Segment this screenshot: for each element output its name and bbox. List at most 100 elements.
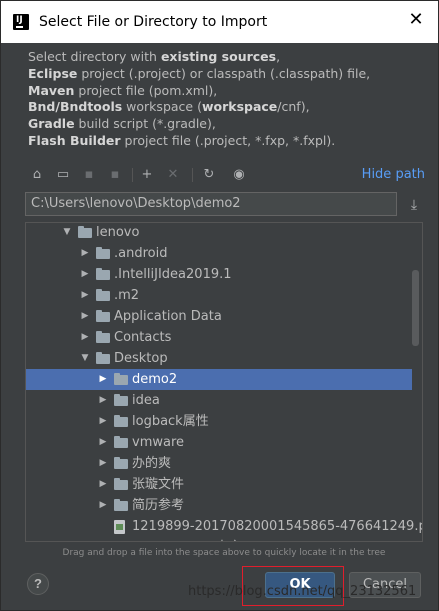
description-text: Eclipse — [28, 65, 78, 81]
file-chooser-toolbar: Hide path ⌂ ▭ ▪ ▪ + ✕ ↻ ◉ — [28, 164, 428, 186]
intellij-logo-icon: IJ — [13, 14, 29, 30]
tree-row[interactable]: ▶ 张璇文件 — [26, 474, 412, 495]
hide-path-link[interactable]: Hide path — [362, 167, 425, 182]
tree-row-label: demo2 — [132, 372, 178, 387]
toolbar-separator — [132, 168, 133, 182]
expand-arrow-icon[interactable]: ▶ — [98, 432, 108, 453]
collapse-arrow-icon[interactable]: ▼ — [62, 223, 72, 243]
description-line: Eclipse project (.project) or classpath … — [28, 66, 428, 83]
tree-row[interactable]: ▶ vmware — [26, 432, 412, 453]
tree-row[interactable]: logback-help中文.doc — [26, 537, 412, 542]
watermark: https://blog.csdn.net/qq_23132561 — [188, 584, 417, 599]
toolbar-separator — [192, 168, 193, 182]
tree-row-label: logback属性 — [132, 414, 209, 429]
description-text: project file (.project, *.fxp, *.fxpl). — [120, 132, 336, 148]
folder-icon — [96, 352, 110, 364]
tree-row-label: Desktop — [114, 351, 168, 366]
tree-row[interactable]: ▶ idea — [26, 390, 412, 411]
logo-text: IJ — [16, 15, 23, 25]
show-hidden-icon[interactable]: ◉ — [230, 166, 248, 184]
path-input[interactable]: C:\Users\lenovo\Desktop\demo2 — [25, 192, 397, 216]
help-button[interactable]: ? — [27, 573, 49, 595]
expand-arrow-icon[interactable]: ▶ — [98, 453, 108, 474]
import-dialog: IJ Select File or Directory to Import ✕ … — [0, 0, 439, 611]
expand-arrow-icon[interactable]: ▶ — [98, 495, 108, 516]
folder-icon — [96, 247, 110, 259]
new-folder-icon[interactable]: + — [138, 166, 156, 184]
description-text: /cnf), — [277, 99, 310, 115]
description-line: Gradle build script (*.gradle), — [28, 116, 428, 133]
tree-row-label: .android — [114, 246, 168, 261]
description-text: Bnd/Bndtools — [28, 99, 123, 115]
tree-row-label: 简历参考 — [132, 498, 185, 513]
tree-row[interactable]: ▶ logback属性 — [26, 411, 412, 432]
import-description: Select directory with existing sources, E… — [28, 49, 428, 150]
tree-row[interactable]: ▶ demo2 — [26, 369, 412, 390]
module-icon[interactable]: ▪ — [106, 166, 124, 184]
tree-row-label: idea — [132, 393, 160, 408]
tree-row-label: vmware — [132, 435, 185, 450]
file-tree[interactable]: ▼ lenovo ▶ .android ▶ .IntelliJIdea2019.1 ▶ .m2… — [25, 222, 423, 542]
close-icon[interactable]: ✕ — [406, 10, 426, 30]
dialog-title: Select File or Directory to Import — [39, 14, 268, 30]
description-text: Select directory with — [28, 49, 161, 64]
tree-row-label: lenovo — [96, 225, 140, 240]
tree-row[interactable]: ▼ Desktop — [26, 348, 412, 369]
folder-icon — [96, 268, 110, 280]
tree-row-label: 1219899-20170820001545865-476641249.png — [132, 519, 423, 534]
tree-row[interactable]: ▶ .android — [26, 243, 412, 264]
description-text: project (.project) or classpath (.classp… — [77, 65, 371, 81]
description-line: Select directory with existing sources, — [28, 49, 428, 66]
folder-icon — [114, 394, 128, 406]
image-file-icon — [114, 541, 125, 542]
expand-arrow-icon[interactable]: ▶ — [80, 306, 90, 327]
delete-icon[interactable]: ✕ — [164, 166, 182, 184]
desktop-icon[interactable]: ▭ — [54, 166, 72, 184]
tree-row[interactable]: ▼ lenovo — [26, 223, 412, 243]
expand-arrow-icon[interactable]: ▶ — [80, 327, 90, 348]
description-text: project file (pom.xml), — [74, 82, 218, 98]
tree-row-label: Application Data — [114, 309, 222, 324]
description-text: build script (*.gradle), — [74, 116, 216, 132]
refresh-icon[interactable]: ↻ — [200, 166, 218, 184]
description-text: workspace — [201, 99, 278, 115]
folder-icon — [114, 373, 128, 385]
tree-row-label: logback-help中文.doc — [132, 537, 269, 541]
tree-row[interactable]: 1219899-20170820001545865-476641249.png — [26, 516, 422, 537]
expand-arrow-icon[interactable]: ▶ — [80, 285, 90, 306]
title-bar: IJ Select File or Directory to Import ✕ — [1, 1, 438, 43]
folder-icon — [114, 436, 128, 448]
project-icon[interactable]: ▪ — [80, 166, 98, 184]
folder-icon — [114, 457, 128, 469]
expand-arrow-icon[interactable]: ▶ — [80, 264, 90, 285]
drag-drop-hint: Drag and drop a file into the space abov… — [62, 548, 386, 558]
tree-row[interactable]: ▶ Contacts — [26, 327, 412, 348]
tree-row[interactable]: ▶ 办的爽 — [26, 453, 412, 474]
description-text: , — [276, 49, 281, 64]
description-line: Flash Builder project file (.project, *.… — [28, 133, 428, 150]
tree-row[interactable]: ▶ .m2 — [26, 285, 412, 306]
tree-row[interactable]: ▶ .IntelliJIdea2019.1 — [26, 264, 412, 285]
tree-row[interactable]: ▶ Application Data — [26, 306, 412, 327]
expand-arrow-icon[interactable]: ▶ — [80, 243, 90, 264]
expand-arrow-icon[interactable]: ▶ — [98, 411, 108, 432]
collapse-arrow-icon[interactable]: ▼ — [80, 348, 90, 369]
tree-row-label: 张璇文件 — [132, 477, 185, 492]
folder-icon — [96, 289, 110, 301]
tree-row[interactable]: ▶ 简历参考 — [26, 495, 412, 516]
description-line: Bnd/Bndtools workspace (workspace/cnf), — [28, 99, 428, 116]
tree-row-label: .IntelliJIdea2019.1 — [114, 267, 232, 282]
folder-icon — [96, 310, 110, 322]
folder-icon — [78, 226, 92, 238]
description-text: Maven — [28, 82, 75, 98]
folder-icon — [114, 415, 128, 427]
expand-arrow-icon[interactable]: ▶ — [98, 474, 108, 495]
tree-row-label: .m2 — [114, 288, 140, 303]
home-icon[interactable]: ⌂ — [28, 166, 46, 184]
folder-icon — [114, 478, 128, 490]
download-icon[interactable]: ⤓ — [405, 195, 423, 213]
tree-scrollbar[interactable] — [412, 270, 419, 346]
tree-row-label: 办的爽 — [132, 456, 172, 471]
expand-arrow-icon[interactable]: ▶ — [98, 369, 108, 390]
expand-arrow-icon[interactable]: ▶ — [98, 390, 108, 411]
